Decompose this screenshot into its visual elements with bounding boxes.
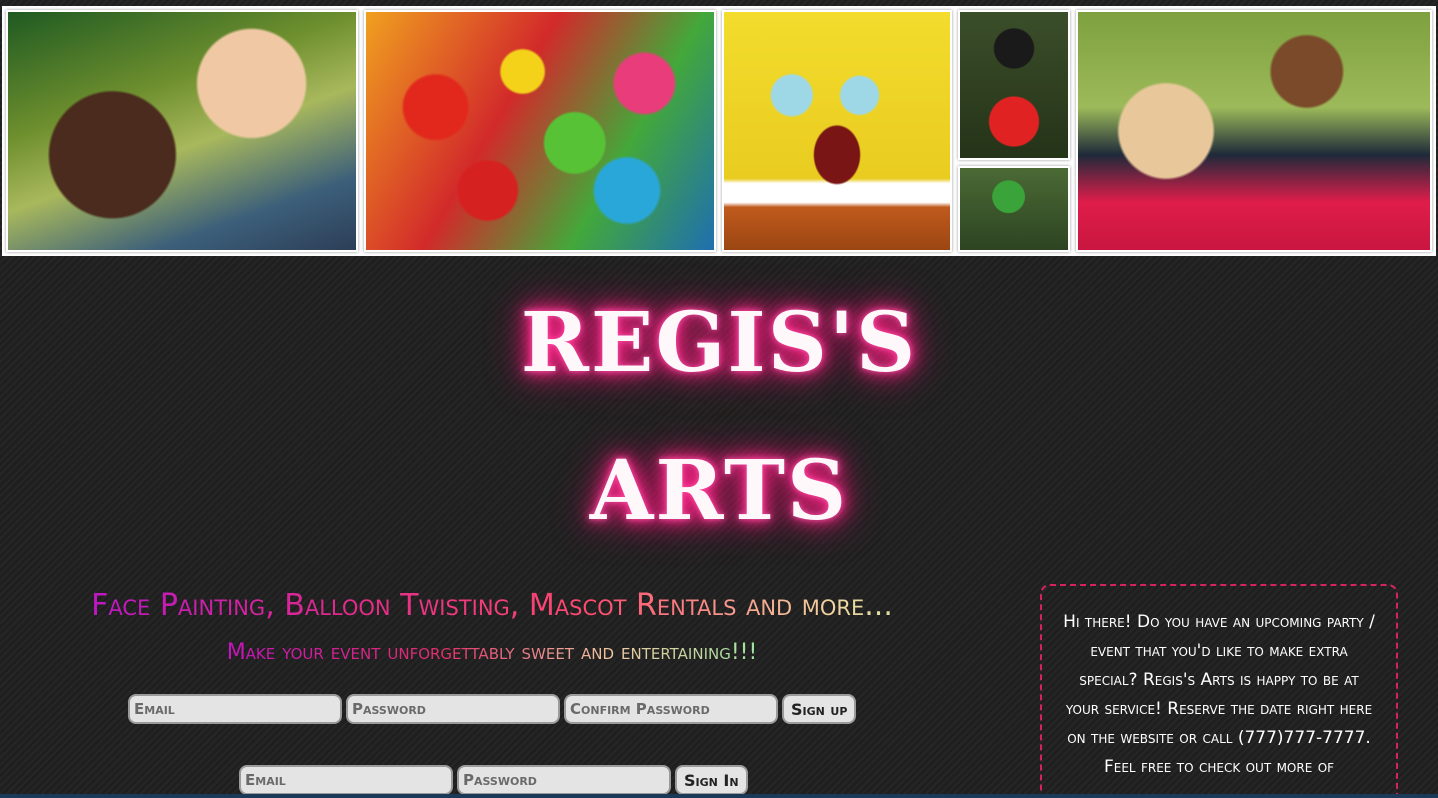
site-title-line-1: REGIS'S	[520, 295, 918, 391]
site-title-line-2: ARTS	[589, 443, 849, 539]
face-painting-photo	[6, 10, 358, 252]
balloon-animals-photo	[364, 10, 716, 252]
signin-form: Sign In	[239, 765, 748, 795]
sign-up-button[interactable]: Sign up	[782, 694, 857, 724]
signup-confirm-password-input[interactable]	[564, 694, 778, 724]
mickey-mascot-photo	[958, 10, 1070, 160]
intro-text: Hi there! Do you have an upcoming party …	[1063, 612, 1375, 777]
signup-form: Sign up	[128, 694, 857, 724]
intro-info-box: Hi there! Do you have an upcoming party …	[1040, 584, 1398, 798]
mascot-photo-stack	[958, 10, 1070, 252]
tagline: Face Painting, Balloon Twisting, Mascot …	[0, 588, 984, 623]
spongebob-mascot-photo	[722, 10, 952, 252]
sub-tagline: Make your event unforgettably sweet and …	[0, 640, 984, 665]
signin-password-input[interactable]	[457, 765, 671, 795]
ninja-turtle-mascot-photo	[958, 166, 1070, 252]
artist-with-child-photo	[1076, 10, 1432, 252]
signup-password-input[interactable]	[346, 694, 560, 724]
signup-email-input[interactable]	[128, 694, 342, 724]
bottom-edge	[0, 794, 1438, 798]
signin-email-input[interactable]	[239, 765, 453, 795]
banner	[2, 6, 1436, 256]
sign-in-button[interactable]: Sign In	[675, 765, 748, 795]
